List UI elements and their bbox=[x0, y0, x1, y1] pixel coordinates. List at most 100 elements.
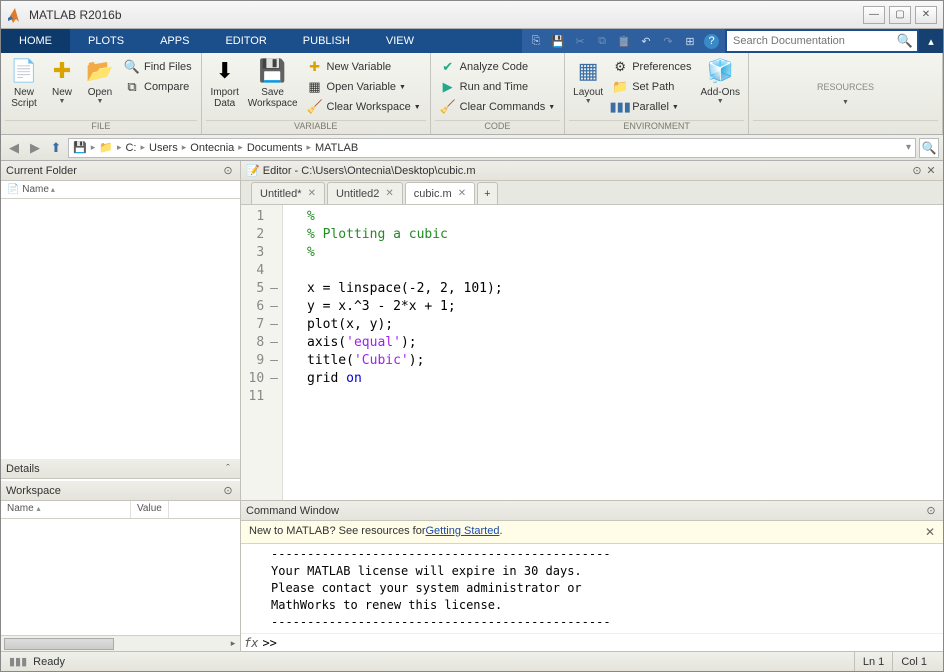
path-seg[interactable]: MATLAB bbox=[315, 142, 358, 154]
command-window-panel: Command Window ⊙ New to MATLAB? See reso… bbox=[241, 501, 943, 651]
parallel-button[interactable]: ▮▮▮Parallel ▼ bbox=[609, 97, 694, 117]
path-seg[interactable]: Ontecnia▸ bbox=[190, 142, 243, 154]
panel-close-icon[interactable]: ✕ bbox=[924, 164, 938, 178]
column-value[interactable]: Value bbox=[131, 501, 169, 518]
clear-workspace-icon: 🧹 bbox=[307, 99, 323, 115]
editor-tabs: Untitled*✕ Untitled2✕ cubic.m✕ + bbox=[241, 181, 943, 205]
import-data-icon: ⬇ bbox=[211, 57, 239, 85]
minimize-button[interactable]: — bbox=[863, 6, 885, 24]
path-dropdown-icon[interactable]: ▾ bbox=[906, 142, 911, 153]
redo-icon[interactable]: ↷ bbox=[660, 33, 676, 49]
parallel-icon: ▮▮▮ bbox=[612, 99, 628, 115]
new-variable-icon: ✚ bbox=[307, 59, 323, 75]
new-tab-button[interactable]: + bbox=[477, 182, 497, 204]
save-workspace-button[interactable]: 💾 Save Workspace bbox=[244, 55, 302, 111]
compare-icon: ⧉ bbox=[124, 79, 140, 95]
analyze-code-button[interactable]: ✔Analyze Code bbox=[437, 57, 559, 77]
copy-icon[interactable]: ⧉ bbox=[594, 33, 610, 49]
panel-menu-icon[interactable]: ⊙ bbox=[910, 164, 924, 178]
panel-title: Details bbox=[6, 463, 40, 475]
compare-button[interactable]: ⧉Compare bbox=[121, 77, 195, 97]
fx-icon[interactable]: fx bbox=[244, 636, 258, 650]
browse-search-button[interactable]: 🔍 bbox=[919, 138, 939, 158]
tab-close-icon[interactable]: ✕ bbox=[308, 188, 316, 199]
tab-view[interactable]: VIEW bbox=[368, 29, 432, 53]
tab-editor[interactable]: EDITOR bbox=[207, 29, 284, 53]
gear-icon: ⚙ bbox=[612, 59, 628, 75]
tab-plots[interactable]: PLOTS bbox=[70, 29, 142, 53]
search-input[interactable] bbox=[731, 33, 897, 49]
editor-tab[interactable]: Untitled*✕ bbox=[251, 182, 325, 204]
clear-commands-icon: 🧹 bbox=[440, 99, 456, 115]
tab-close-icon[interactable]: ✕ bbox=[458, 188, 466, 199]
qat-icon[interactable]: ⎘ bbox=[528, 33, 544, 49]
up-button[interactable]: ⬆ bbox=[47, 139, 65, 157]
save-workspace-icon: 💾 bbox=[259, 57, 287, 85]
command-output[interactable]: ----------------------------------------… bbox=[241, 544, 943, 633]
path-bar[interactable]: 💾 ▸ 📁 ▸ C:▸ Users▸ Ontecnia▸ Documents▸ … bbox=[68, 138, 916, 158]
back-button[interactable]: ◀ bbox=[5, 139, 23, 157]
plus-icon: ✚ bbox=[48, 57, 76, 85]
panel-menu-icon[interactable]: ⊙ bbox=[924, 504, 938, 518]
search-icon[interactable]: 🔍 bbox=[897, 33, 913, 49]
new-variable-button[interactable]: ✚New Variable bbox=[304, 57, 424, 77]
column-name[interactable]: Name ▴ bbox=[1, 501, 131, 518]
clear-workspace-button[interactable]: 🧹Clear Workspace ▼ bbox=[304, 97, 424, 117]
find-files-icon: 🔍 bbox=[124, 59, 140, 75]
toolstrip: 📄 New Script ✚ New ▼ 📂 Open ▼ 🔍Find File… bbox=[1, 53, 943, 135]
tab-publish[interactable]: PUBLISH bbox=[285, 29, 368, 53]
tab-close-icon[interactable]: ✕ bbox=[385, 188, 393, 199]
new-script-button[interactable]: 📄 New Script bbox=[5, 55, 43, 111]
expand-icon[interactable]: ˆ bbox=[221, 462, 235, 476]
tab-apps[interactable]: APPS bbox=[142, 29, 207, 53]
run-and-time-button[interactable]: ▶Run and Time bbox=[437, 77, 559, 97]
close-button[interactable]: ✕ bbox=[915, 6, 937, 24]
find-files-button[interactable]: 🔍Find Files bbox=[121, 57, 195, 77]
banner-close-icon[interactable]: ✕ bbox=[925, 525, 935, 539]
path-seg[interactable]: Users▸ bbox=[149, 142, 186, 154]
addons-button[interactable]: 🧊 Add-Ons ▼ bbox=[697, 55, 744, 107]
import-data-button[interactable]: ⬇ Import Data bbox=[206, 55, 244, 111]
panel-title: Workspace bbox=[6, 485, 61, 497]
paste-icon[interactable]: 📋 bbox=[616, 33, 632, 49]
path-seg[interactable]: Documents▸ bbox=[247, 142, 311, 154]
column-name[interactable]: Name ▴ bbox=[22, 184, 55, 195]
path-seg[interactable]: C:▸ bbox=[125, 142, 145, 154]
code-body[interactable]: %% Plotting a cubic% x = linspace(-2, 2,… bbox=[283, 205, 943, 500]
address-bar: ◀ ▶ ⬆ 💾 ▸ 📁 ▸ C:▸ Users▸ Ontecnia▸ Docum… bbox=[1, 135, 943, 161]
workspace-body[interactable] bbox=[1, 519, 240, 635]
collapse-ribbon-button[interactable]: ▴ bbox=[919, 29, 943, 53]
editor-tab[interactable]: Untitled2✕ bbox=[327, 182, 403, 204]
panel-menu-icon[interactable]: ⊙ bbox=[221, 164, 235, 178]
editor-panel: 📝 Editor - C:\Users\Ontecnia\Desktop\cub… bbox=[241, 161, 943, 501]
help-icon[interactable]: ? bbox=[704, 34, 719, 49]
resources-button[interactable]: RESOURCES ▼ bbox=[813, 67, 878, 108]
layout-button[interactable]: ▦ Layout ▼ bbox=[569, 55, 607, 107]
clear-commands-button[interactable]: 🧹Clear Commands ▼ bbox=[437, 97, 559, 117]
search-box[interactable]: 🔍 bbox=[727, 31, 917, 51]
tab-home[interactable]: HOME bbox=[1, 29, 70, 53]
switch-windows-icon[interactable]: ⊞ bbox=[682, 33, 698, 49]
save-icon[interactable]: 💾 bbox=[550, 33, 566, 49]
panel-menu-icon[interactable]: ⊙ bbox=[221, 484, 235, 498]
status-line: Ln 1 bbox=[854, 652, 892, 671]
editor-tab[interactable]: cubic.m✕ bbox=[405, 182, 475, 204]
cut-icon[interactable]: ✂ bbox=[572, 33, 588, 49]
workspace-scrollbar[interactable]: ◂▸ bbox=[1, 635, 240, 651]
new-button[interactable]: ✚ New ▼ bbox=[43, 55, 81, 107]
current-folder-panel: Current Folder ⊙ 📄 Name ▴ bbox=[1, 161, 240, 459]
maximize-button[interactable]: ▢ bbox=[889, 6, 911, 24]
command-prompt[interactable]: fx>> bbox=[241, 633, 943, 651]
forward-button[interactable]: ▶ bbox=[26, 139, 44, 157]
run-and-time-icon: ▶ bbox=[440, 79, 456, 95]
preferences-button[interactable]: ⚙Preferences bbox=[609, 57, 694, 77]
undo-icon[interactable]: ↶ bbox=[638, 33, 654, 49]
current-folder-body[interactable] bbox=[1, 199, 240, 459]
getting-started-link[interactable]: Getting Started bbox=[425, 525, 499, 539]
workspace-panel: Workspace ⊙ Name ▴ Value ◂▸ bbox=[1, 481, 240, 651]
panel-title: Current Folder bbox=[6, 165, 77, 177]
open-button[interactable]: 📂 Open ▼ bbox=[81, 55, 119, 107]
set-path-button[interactable]: 📁Set Path bbox=[609, 77, 694, 97]
open-variable-button[interactable]: ▦Open Variable ▼ bbox=[304, 77, 424, 97]
new-script-icon: 📄 bbox=[10, 57, 38, 85]
